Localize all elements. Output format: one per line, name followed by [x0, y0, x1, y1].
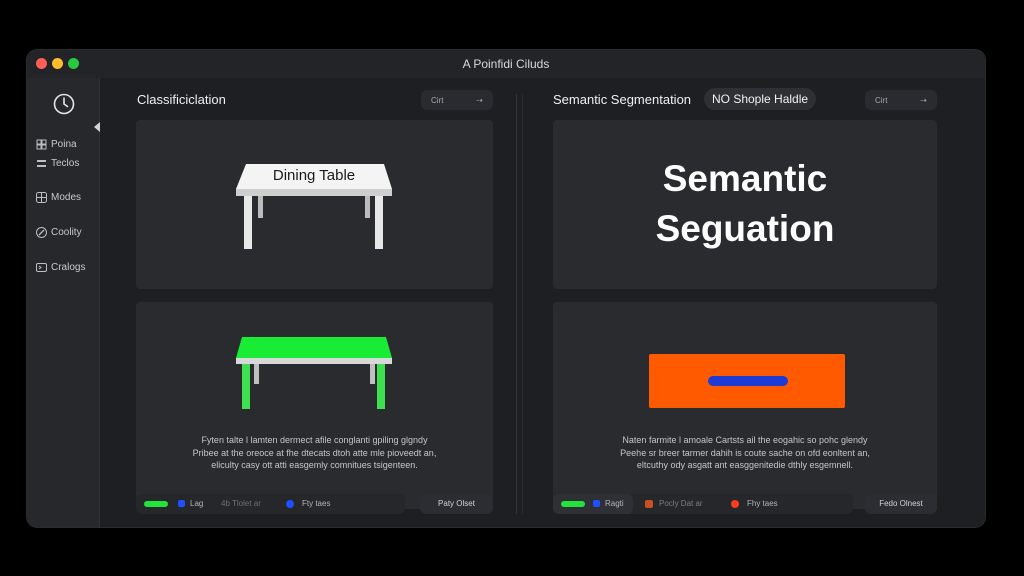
legend-item: Lag [190, 499, 204, 508]
button-label: Cirt [431, 95, 444, 105]
sidebar-item-label: Coolity [51, 227, 82, 238]
green-table-illustration [236, 337, 392, 409]
legend-item: Pocly Dat ar [659, 499, 703, 508]
panel-divider [522, 94, 523, 514]
grid-icon [36, 139, 47, 150]
segmentation-reset-button[interactable]: Fedo Olnest [865, 494, 937, 514]
sidebar-item-coolity[interactable]: Coolity [36, 227, 82, 238]
sidebar-item-label: Modes [51, 192, 82, 203]
caption-line: Peehe sr breer tarmer dahih is coute sac… [620, 447, 870, 458]
arrow-icon: ⇢ [920, 95, 927, 105]
segmentation-panel-title: Semantic Segmentation [553, 92, 692, 107]
segmentation-run-button[interactable]: Cirt ⇢ [865, 90, 937, 110]
caption-line: Naten farmite l amoale Cartsts ail the e… [622, 435, 868, 445]
sidebar: Poina Teclos Modes Coolity Cralogs [27, 78, 100, 527]
sidebar-item-modes[interactable]: Modes [36, 192, 81, 203]
classification-run-button[interactable]: Cirt ⇢ [421, 90, 493, 110]
sidebar-item-label: Poina [51, 139, 77, 150]
legend-item: 4b Tlolet ar [221, 499, 261, 508]
bars-icon [37, 160, 46, 167]
classification-caption: Fyten talte l lamten dermect afile congl… [136, 434, 493, 472]
classification-legend: Lag 4b Tlolet ar Fty taes [136, 494, 405, 514]
button-label: Cirt [875, 95, 888, 105]
segmentation-caption: Naten farmite l amoale Cartsts ail the e… [553, 434, 937, 472]
sidebar-item-cralogs[interactable]: Cralogs [36, 262, 85, 273]
classification-input-card: Dining Table [136, 120, 493, 289]
caption-line: Fyten talte l lamten dermect afile congl… [201, 435, 428, 445]
table-label: Dining Table [272, 167, 356, 184]
arrow-icon: ⇢ [476, 95, 483, 105]
blue-swatch [178, 500, 185, 507]
blue-swatch [593, 500, 600, 507]
segmentation-mask-illustration [649, 354, 845, 408]
window-icon [36, 192, 47, 203]
pen-icon [36, 227, 47, 238]
segmentation-legend: Ragti Pocly Dat ar Fhy taes [553, 494, 853, 514]
legend-item: Fhy taes [747, 499, 778, 508]
dining-table-illustration [236, 164, 392, 249]
sidebar-item-label: Teclos [51, 158, 80, 169]
clock-icon[interactable] [53, 93, 75, 115]
segmentation-heading-line1: Semantic [662, 158, 828, 199]
caption-line: Pribee at the oreoce at fhe dtecats dtoh… [192, 447, 437, 458]
sidebar-item-label: Cralogs [51, 262, 86, 273]
sidebar-collapse-arrow-icon[interactable] [94, 122, 100, 132]
panel-divider [516, 94, 517, 514]
title-bar: A Poinfidi Ciluds [27, 50, 985, 78]
legend-item: Ragti [605, 499, 624, 508]
blue-dot [286, 500, 294, 508]
window-title: A Poinfidi Ciluds [462, 57, 550, 71]
terminal-icon [36, 263, 47, 272]
sidebar-item-teclos[interactable]: Teclos [36, 158, 79, 169]
red-dot [731, 500, 739, 508]
green-swatch [561, 501, 585, 507]
sidebar-item-poina[interactable]: Poina [36, 139, 77, 150]
segmentation-title-card: Semantic Seguation [553, 120, 937, 289]
brown-swatch [645, 500, 653, 508]
green-swatch [144, 501, 168, 507]
segmentation-heading-line2: Seguation [655, 208, 835, 249]
segmentation-result-card: Naten farmite l amoale Cartsts ail the e… [553, 302, 937, 509]
segmentation-mode-pill[interactable]: NO Shople Haldle [704, 88, 817, 110]
caption-line: eltcuthy ody asgatt ant easggenitedie dt… [636, 460, 854, 470]
classification-result-card: Fyten talte l lamten dermect afile congl… [136, 302, 493, 509]
app-window: A Poinfidi Ciluds Poina Teclos Modes Coo… [27, 50, 985, 527]
classification-reset-button[interactable]: Paty Olset [420, 494, 493, 514]
classification-panel-title: Classificiclation [137, 92, 226, 107]
legend-item: Fty taes [302, 499, 331, 508]
caption-line: eliculty casy ott atti easgemly comnitue… [211, 460, 418, 470]
